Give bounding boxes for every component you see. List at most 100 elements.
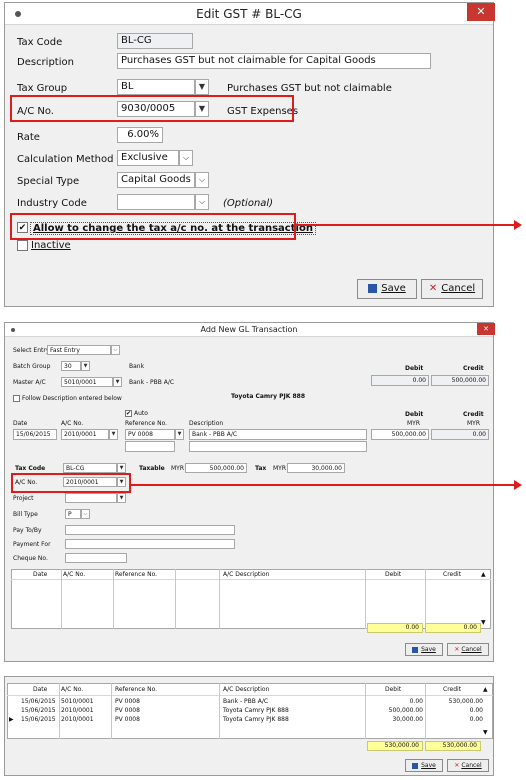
dialog-title-2: Add New GL Transaction xyxy=(200,325,298,334)
posted-col-ac: A/C No. xyxy=(61,686,84,693)
ac-field[interactable]: 2010/0001 xyxy=(61,429,109,440)
batch-group-field[interactable]: 30 xyxy=(61,361,81,371)
edit-gst-dialog: Edit GST # BL-CG ✕ Tax Code BL-CG Descri… xyxy=(4,2,495,307)
arrow-head-1 xyxy=(514,220,522,230)
transaction-grid[interactable] xyxy=(11,569,491,629)
cancel-icon-2: ✕ xyxy=(454,646,460,653)
header-credit-label: Credit xyxy=(463,365,484,372)
debit-field[interactable]: 500,000.00 xyxy=(371,429,429,440)
tax-group-desc: Purchases GST but not claimable xyxy=(227,83,392,94)
cancel-button-3[interactable]: ✕ Cancel xyxy=(447,759,489,772)
cheque-field[interactable] xyxy=(65,553,127,563)
tax-group-dropdown-icon[interactable]: ▼ xyxy=(195,79,209,95)
ref-field[interactable]: PV 0008 xyxy=(125,429,175,440)
grid-col-ref: Reference No. xyxy=(115,571,158,578)
posted-vline xyxy=(425,683,426,739)
posted-total-credit: 530,000.00 xyxy=(425,741,481,751)
date-field[interactable]: 15/06/2015 xyxy=(13,429,57,440)
row-credit: 0.00 xyxy=(469,716,483,723)
posted-scroll-down-icon[interactable]: ▼ xyxy=(483,729,488,736)
row-debit: 0.00 xyxy=(409,698,423,705)
auto-checkbox[interactable]: ✔ xyxy=(125,410,132,417)
calc-method-field[interactable]: Exclusive xyxy=(117,150,179,166)
credit-col-label: Credit xyxy=(463,411,484,418)
inactive-checkbox[interactable] xyxy=(17,240,28,251)
inactive-label: Inactive xyxy=(31,240,71,251)
tax-code-field[interactable]: BL-CG xyxy=(117,33,193,49)
close-icon-2[interactable]: ✕ xyxy=(477,323,495,335)
arrow-line-2 xyxy=(131,484,514,486)
ac-no-col-label: A/C No. xyxy=(61,420,84,427)
row-ref: PV 0008 xyxy=(115,698,140,705)
row-ref: PV 0008 xyxy=(115,716,140,723)
batch-group-dropdown-icon[interactable]: ▼ xyxy=(81,361,90,371)
grid-scroll-up-icon[interactable]: ▲ xyxy=(481,571,486,578)
industry-code-field[interactable] xyxy=(117,194,195,210)
row-desc: Toyota Camry PJK 888 xyxy=(223,707,289,714)
tax-field[interactable]: 30,000.00 xyxy=(287,463,345,473)
posted-vline xyxy=(219,683,220,739)
calc-method-dropdown-icon[interactable]: ⌵ xyxy=(179,150,193,166)
tax-code-label-2: Tax Code xyxy=(15,465,46,472)
special-type-label: Special Type xyxy=(17,176,80,187)
posted-vline xyxy=(59,683,60,739)
row-ac: 5010/0001 xyxy=(61,698,94,705)
credit-field[interactable]: 0.00 xyxy=(431,429,489,440)
master-ac-desc: Bank - PBB A/C xyxy=(129,379,175,386)
bill-type-dropdown-icon[interactable]: ⌵ xyxy=(81,509,90,519)
row-debit: 30,000.00 xyxy=(392,716,423,723)
save-label: Save xyxy=(381,283,406,294)
cancel-button[interactable]: ✕ Cancel xyxy=(421,279,483,299)
industry-code-dropdown-icon[interactable]: ⌵ xyxy=(195,194,209,210)
title-bar: Edit GST # BL-CG ✕ xyxy=(5,3,495,25)
close-icon[interactable]: ✕ xyxy=(467,3,495,21)
header-credit-total: 500,000.00 xyxy=(431,375,489,386)
desc-field-2[interactable] xyxy=(189,441,367,452)
row-ac: 2010/0001 xyxy=(61,716,94,723)
master-ac-field[interactable]: 5010/0001 xyxy=(61,377,113,387)
bill-type-field[interactable]: P xyxy=(65,509,81,519)
posted-scroll-up-icon[interactable]: ▲ xyxy=(483,686,488,693)
bill-type-label: Bill Type xyxy=(13,511,38,518)
posted-vline xyxy=(111,683,112,739)
date-col-label: Date xyxy=(13,420,28,427)
tax-code-dropdown-icon-2[interactable]: ▼ xyxy=(117,463,126,473)
special-type-field[interactable]: Capital Goods xyxy=(117,172,195,188)
desc-field[interactable]: Bank - PBB A/C xyxy=(189,429,367,440)
arrow-line-1 xyxy=(296,224,514,226)
tax-label: Tax xyxy=(255,465,267,472)
tax-group-field[interactable]: BL xyxy=(117,79,195,95)
follow-desc-checkbox[interactable] xyxy=(13,395,20,402)
highlight-allow-change xyxy=(10,213,296,240)
tax-code-field-2[interactable]: BL-CG xyxy=(63,463,117,473)
industry-code-label: Industry Code xyxy=(17,198,87,209)
cancel-button-2[interactable]: ✕ Cancel xyxy=(447,643,489,656)
save-button-3[interactable]: Save xyxy=(405,759,443,772)
project-dropdown-icon[interactable]: ▼ xyxy=(117,493,126,503)
payment-for-field[interactable] xyxy=(65,539,235,549)
select-entry-field[interactable]: Fast Entry xyxy=(47,345,111,355)
master-ac-label: Master A/C xyxy=(13,379,46,386)
ac-dropdown-icon[interactable]: ▼ xyxy=(109,429,118,440)
header-debit-total: 0.00 xyxy=(371,375,429,386)
save-button-2[interactable]: Save xyxy=(405,643,443,656)
row-date: 15/06/2015 xyxy=(21,707,56,714)
description-field[interactable]: Purchases GST but not claimable for Capi… xyxy=(117,53,431,69)
auto-label: Auto xyxy=(134,410,148,417)
project-field[interactable] xyxy=(65,493,117,503)
header-debit-label: Debit xyxy=(405,365,424,372)
rate-field[interactable]: 6.00% xyxy=(117,127,163,143)
master-ac-dropdown-icon[interactable]: ▼ xyxy=(113,377,122,387)
special-type-dropdown-icon[interactable]: ⌵ xyxy=(195,172,209,188)
taxable-field[interactable]: 500,000.00 xyxy=(185,463,247,473)
select-entry-dropdown-icon[interactable]: ⌵ xyxy=(111,345,120,355)
debit-col-label: Debit xyxy=(405,411,424,418)
ref-field-2[interactable] xyxy=(125,441,175,452)
ref-dropdown-icon[interactable]: ▼ xyxy=(175,429,184,440)
grid-scroll-down-icon[interactable]: ▼ xyxy=(481,619,486,626)
description-label: Description xyxy=(17,57,74,68)
calc-method-label: Calculation Method xyxy=(17,154,114,165)
posted-total-debit: 530,000.00 xyxy=(367,741,423,751)
pay-to-field[interactable] xyxy=(65,525,235,535)
save-button[interactable]: Save xyxy=(357,279,417,299)
